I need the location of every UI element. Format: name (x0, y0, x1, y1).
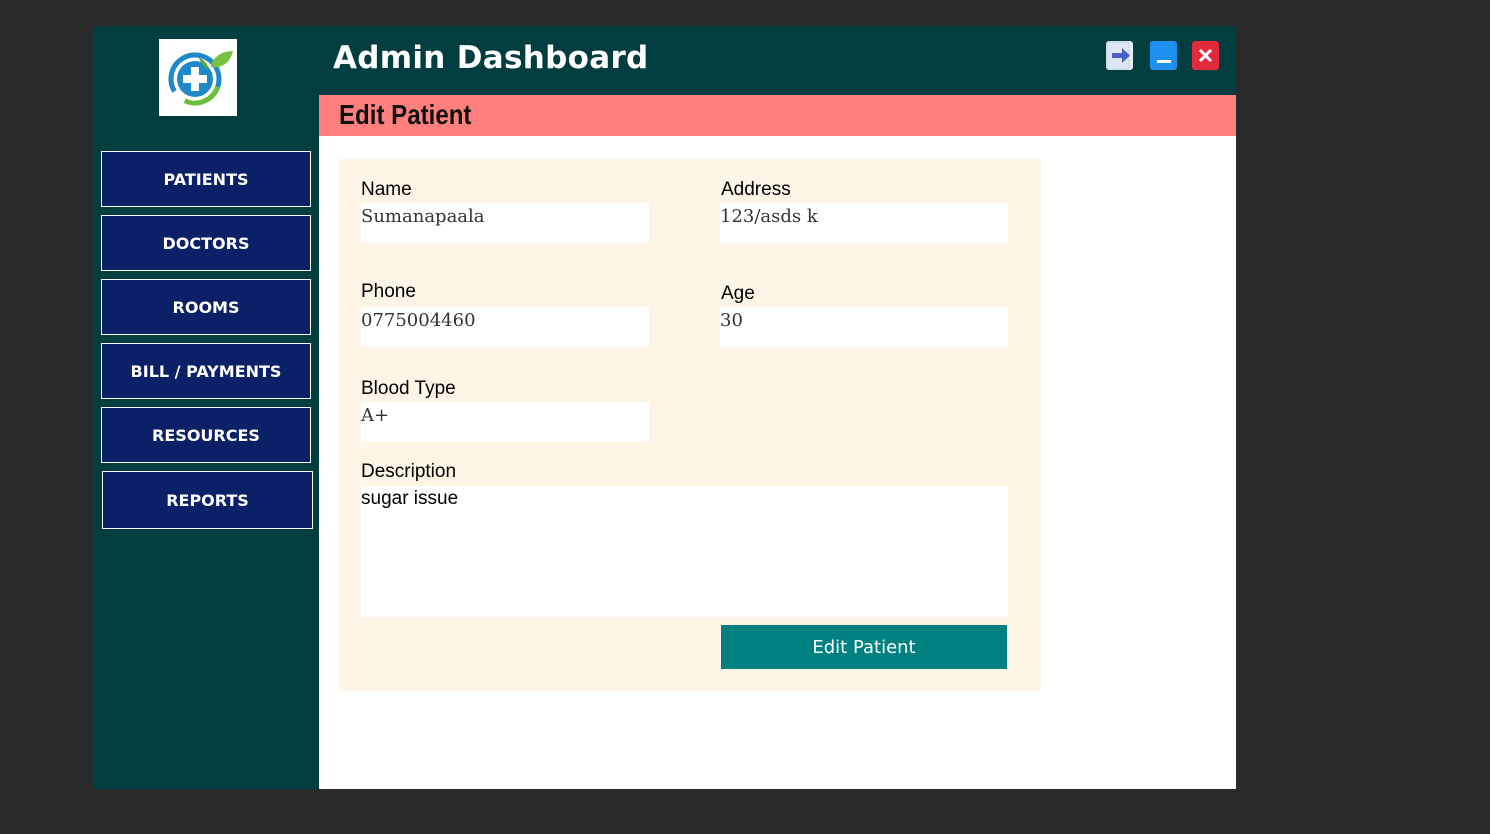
phone-field[interactable]: 0775004460 (361, 307, 649, 347)
app-title: Admin Dashboard (333, 40, 649, 76)
name-field[interactable]: Sumanapaala (361, 203, 649, 243)
sidebar-item-doctors[interactable]: DOCTORS (101, 215, 311, 271)
app-window: PATIENTS DOCTORS ROOMS BILL / PAYMENTS R… (93, 26, 1236, 789)
name-label: Name (361, 179, 412, 200)
description-label: Description (361, 461, 457, 482)
sidebar-item-label: BILL / PAYMENTS (130, 361, 282, 381)
close-icon (1198, 48, 1213, 63)
logout-arrow-icon (1106, 41, 1130, 70)
sidebar-item-label: RESOURCES (152, 425, 260, 445)
minimize-button[interactable] (1150, 41, 1177, 70)
sidebar-item-rooms[interactable]: ROOMS (101, 279, 311, 335)
sidebar-item-label: ROOMS (172, 297, 240, 317)
logout-button[interactable] (1106, 41, 1133, 70)
sidebar-item-patients[interactable]: PATIENTS (101, 151, 311, 207)
sidebar-item-label: REPORTS (166, 490, 249, 510)
blood-type-field[interactable]: A+ (361, 402, 649, 442)
address-label: Address (721, 179, 791, 200)
phone-label: Phone (361, 281, 416, 302)
page-title: Edit Patient (339, 99, 472, 130)
sidebar-item-label: PATIENTS (163, 169, 249, 189)
page-header: Edit Patient (319, 95, 1236, 136)
medical-cross-leaf-logo-icon (168, 51, 233, 106)
sidebar-item-label: DOCTORS (162, 233, 250, 253)
age-label: Age (721, 283, 755, 304)
address-field[interactable]: 123/asds k (720, 203, 1008, 243)
blood-type-label: Blood Type (361, 378, 456, 399)
edit-patient-button[interactable]: Edit Patient (721, 625, 1007, 669)
sidebar: PATIENTS DOCTORS ROOMS BILL / PAYMENTS R… (93, 26, 319, 789)
app-header: Admin Dashboard (319, 26, 1236, 95)
edit-patient-form: Name Sumanapaala Address 123/asds k Phon… (339, 159, 1041, 691)
description-field[interactable]: sugar issue (361, 486, 1008, 617)
edit-patient-button-label: Edit Patient (812, 636, 916, 658)
minimize-icon (1157, 60, 1171, 63)
app-logo (159, 39, 237, 116)
sidebar-item-resources[interactable]: RESOURCES (101, 407, 311, 463)
age-field[interactable]: 30 (720, 307, 1008, 347)
close-button[interactable] (1192, 41, 1219, 70)
sidebar-item-bill-payments[interactable]: BILL / PAYMENTS (101, 343, 311, 399)
sidebar-item-reports[interactable]: REPORTS (102, 471, 313, 529)
